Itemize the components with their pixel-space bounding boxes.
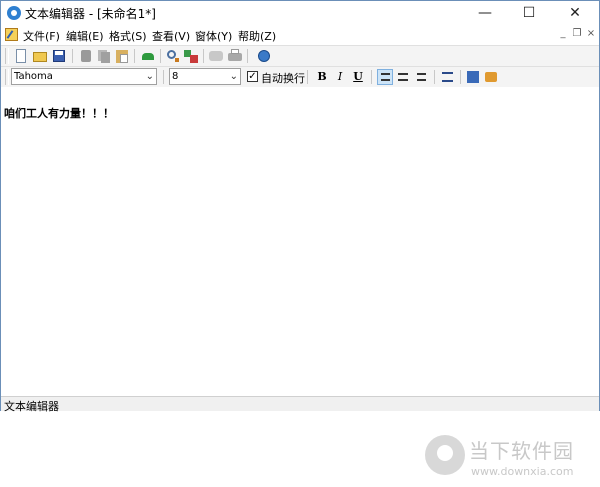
toolbar-separator (371, 70, 372, 84)
color-icon (485, 72, 497, 82)
toolbar-separator (134, 49, 135, 63)
menu-format[interactable]: 格式(S) (109, 28, 147, 44)
replace-icon[interactable] (183, 48, 199, 64)
font-size-select[interactable]: 8 ⌄ (169, 68, 241, 85)
italic-button[interactable]: I (332, 69, 348, 85)
chevron-down-icon: ⌄ (145, 71, 154, 82)
menu-view[interactable]: 查看(V) (152, 28, 190, 44)
toolbar-grip[interactable] (5, 69, 9, 85)
mdi-restore-button[interactable]: ❐ (571, 28, 583, 39)
watermark-url: www.downxia.com (471, 465, 574, 478)
status-bar: 文本编辑器 (1, 396, 599, 413)
paste-icon[interactable] (114, 48, 130, 64)
print-preview-icon[interactable] (208, 48, 224, 64)
font-name-select[interactable]: Tahoma ⌄ (11, 68, 157, 85)
menu-file[interactable]: 文件(F) (23, 28, 60, 44)
bullet-list-button[interactable] (439, 69, 455, 85)
open-folder-icon[interactable] (32, 48, 48, 64)
watermark-logo-icon (425, 435, 465, 475)
toolbar-separator (247, 49, 248, 63)
minimize-button[interactable]: — (463, 1, 507, 25)
print-icon[interactable] (227, 48, 243, 64)
toolbar-separator (163, 70, 164, 84)
status-text: 文本编辑器 (4, 400, 59, 413)
save-icon[interactable] (51, 48, 67, 64)
menu-help[interactable]: 帮助(Z) (238, 28, 276, 44)
close-button[interactable]: ✕ (553, 1, 597, 25)
standard-toolbar (1, 45, 599, 66)
undo-icon[interactable] (140, 48, 156, 64)
word-wrap-checkbox[interactable]: ✓ (247, 71, 258, 82)
toolbar-separator (307, 70, 308, 84)
bullet-list-icon (442, 72, 453, 82)
align-right-icon (417, 73, 426, 81)
toolbar-separator (460, 70, 461, 84)
watermark: 当下软件园 www.downxia.com (425, 435, 595, 487)
maximize-button[interactable]: ☐ (507, 1, 551, 25)
document-edit-icon[interactable] (5, 28, 18, 41)
align-right-button[interactable] (413, 69, 429, 85)
word-wrap-label[interactable]: 自动换行 (261, 70, 305, 86)
toolbar-separator (160, 49, 161, 63)
title-bar[interactable]: 文本编辑器 - [未命名1*] — ☐ ✕ (1, 1, 599, 25)
font-name-value: Tahoma (14, 71, 53, 82)
toolbar-separator (434, 70, 435, 84)
watermark-title: 当下软件园 (469, 439, 574, 463)
bold-button[interactable]: B (314, 69, 330, 85)
toolbar-separator (203, 49, 204, 63)
toolbar-separator (72, 49, 73, 63)
app-window: 文本编辑器 - [未命名1*] — ☐ ✕ 文件(F) 编辑(E) 格式(S) … (0, 0, 600, 478)
cut-icon[interactable] (78, 48, 94, 64)
menu-window[interactable]: 窗体(Y) (195, 28, 232, 44)
mdi-minimize-button[interactable]: _ (557, 28, 569, 39)
format-toolbar: Tahoma ⌄ 8 ⌄ ✓ 自动换行 B I U (1, 66, 599, 87)
align-left-icon (381, 73, 390, 81)
chevron-down-icon: ⌄ (229, 71, 238, 82)
insert-text-icon (467, 71, 479, 83)
help-icon[interactable] (256, 48, 272, 64)
text-editor-area[interactable]: 咱们工人有力量！！！ 当下软件园 www.downxia.com (1, 87, 599, 478)
insert-text-button[interactable] (465, 69, 481, 85)
window-title: 文本编辑器 - [未命名1*] (25, 7, 156, 21)
font-size-value: 8 (172, 71, 179, 82)
menu-edit[interactable]: 编辑(E) (66, 28, 104, 44)
underline-button[interactable]: U (350, 69, 366, 85)
app-logo-icon (7, 6, 21, 20)
align-center-button[interactable] (395, 69, 411, 85)
editor-content[interactable]: 咱们工人有力量！！！ (4, 105, 114, 121)
find-icon[interactable] (165, 48, 181, 64)
copy-icon[interactable] (96, 48, 112, 64)
align-left-button[interactable] (377, 69, 393, 85)
mdi-close-button[interactable]: × (585, 28, 597, 39)
menu-bar: 文件(F) 编辑(E) 格式(S) 查看(V) 窗体(Y) 帮助(Z) _ ❐ … (1, 25, 599, 45)
toolbar-grip[interactable] (5, 48, 9, 64)
new-file-icon[interactable] (13, 48, 29, 64)
align-center-icon (398, 73, 408, 81)
color-button[interactable] (483, 69, 499, 85)
